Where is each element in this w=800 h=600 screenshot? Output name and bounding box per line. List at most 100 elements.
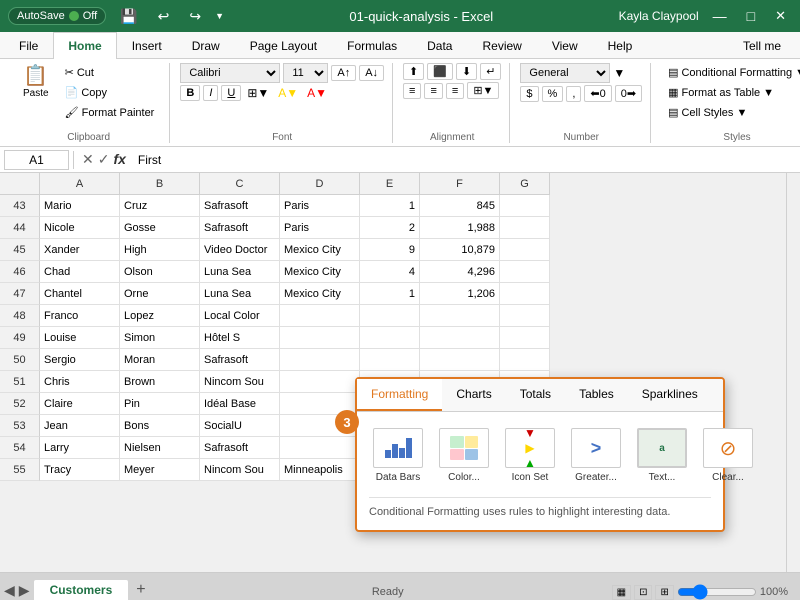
cell[interactable]: Cruz <box>120 195 200 217</box>
qa-tab-totals[interactable]: Totals <box>506 379 565 411</box>
col-header-d[interactable]: D <box>280 173 360 195</box>
col-header-e[interactable]: E <box>360 173 420 195</box>
italic-button[interactable]: I <box>203 85 218 101</box>
normal-view-button[interactable]: ▦ <box>612 585 631 600</box>
tab-tell-me[interactable]: Tell me <box>728 32 796 59</box>
cell[interactable]: Hôtel S <box>200 327 280 349</box>
cell[interactable] <box>500 327 550 349</box>
cell[interactable]: Claire <box>40 393 120 415</box>
percent-button[interactable]: % <box>542 86 564 102</box>
conditional-formatting-dropdown[interactable]: ▼ <box>795 67 800 79</box>
decrease-decimal-button[interactable]: ⬅0 <box>584 85 611 102</box>
cell[interactable]: Chad <box>40 261 120 283</box>
cell[interactable] <box>360 327 420 349</box>
align-center-button[interactable]: ≡ <box>424 83 442 99</box>
cell[interactable]: Moran <box>120 349 200 371</box>
save-button[interactable]: 💾 <box>114 6 143 27</box>
cell[interactable] <box>280 371 360 393</box>
format-as-table-button[interactable]: ▦ Format as Table ▼ <box>661 83 781 102</box>
wrap-text-button[interactable]: ↵ <box>480 63 501 80</box>
cell[interactable] <box>280 305 360 327</box>
cell-reference-input[interactable] <box>4 150 69 170</box>
format-as-table-dropdown[interactable]: ▼ <box>763 87 774 99</box>
row-header[interactable]: 48 <box>0 305 40 327</box>
cell[interactable]: Paris <box>280 195 360 217</box>
cell[interactable]: Xander <box>40 239 120 261</box>
cell[interactable]: Chantel <box>40 283 120 305</box>
cell[interactable]: Gosse <box>120 217 200 239</box>
cell[interactable]: Safrasoft <box>200 195 280 217</box>
row-header[interactable]: 54 <box>0 437 40 459</box>
cell[interactable] <box>500 261 550 283</box>
redo-button[interactable]: ↪ <box>183 6 207 27</box>
row-header[interactable]: 47 <box>0 283 40 305</box>
cell[interactable]: Nicole <box>40 217 120 239</box>
cell[interactable] <box>360 349 420 371</box>
tab-home[interactable]: Home <box>53 32 116 59</box>
tab-help[interactable]: Help <box>593 32 648 59</box>
border-dropdown[interactable]: ⊞▼ <box>247 86 269 100</box>
cell[interactable]: 2 <box>360 217 420 239</box>
cell[interactable]: 1 <box>360 283 420 305</box>
bold-button[interactable]: B <box>180 85 200 101</box>
scroll-tabs-left[interactable]: ◀ <box>4 582 15 599</box>
col-header-f[interactable]: F <box>420 173 500 195</box>
cell[interactable] <box>280 437 360 459</box>
cell[interactable] <box>280 349 360 371</box>
page-break-view-button[interactable]: ⊞ <box>655 585 673 600</box>
cell[interactable] <box>500 349 550 371</box>
cell[interactable]: Minneapolis <box>280 459 360 481</box>
font-color-dropdown[interactable]: A▼ <box>307 86 327 100</box>
qa-tab-tables[interactable]: Tables <box>565 379 628 411</box>
cell[interactable]: Nincom Sou <box>200 371 280 393</box>
cell[interactable]: Local Color <box>200 305 280 327</box>
row-header[interactable]: 51 <box>0 371 40 393</box>
zoom-slider[interactable] <box>677 584 757 600</box>
cell[interactable]: 1,206 <box>420 283 500 305</box>
cell[interactable]: Paris <box>280 217 360 239</box>
undo-dropdown[interactable]: ▼ <box>215 11 224 21</box>
page-layout-view-button[interactable]: ⊡ <box>634 585 652 600</box>
qa-tab-formatting[interactable]: Formatting <box>357 379 442 411</box>
cell[interactable]: Orne <box>120 283 200 305</box>
cell[interactable]: 1 <box>360 195 420 217</box>
col-header-a[interactable]: A <box>40 173 120 195</box>
paste-button[interactable]: 📋 Paste <box>16 63 56 102</box>
cell[interactable]: Jean <box>40 415 120 437</box>
quick-analysis-badge[interactable]: 3 <box>335 410 359 434</box>
cell[interactable] <box>280 327 360 349</box>
increase-decimal-button[interactable]: 0➡ <box>615 85 642 102</box>
row-header[interactable]: 49 <box>0 327 40 349</box>
qa-item-color[interactable]: Color... <box>435 424 493 487</box>
cell[interactable]: 4,296 <box>420 261 500 283</box>
cell[interactable] <box>360 305 420 327</box>
cell[interactable]: Pin <box>120 393 200 415</box>
row-header[interactable]: 46 <box>0 261 40 283</box>
maximize-button[interactable]: □ <box>741 6 761 26</box>
cell[interactable]: Luna Sea <box>200 261 280 283</box>
align-bottom-button[interactable]: ⬇ <box>456 63 477 80</box>
cell[interactable] <box>420 327 500 349</box>
formula-input[interactable] <box>134 151 796 169</box>
qa-tab-charts[interactable]: Charts <box>442 379 505 411</box>
cell-styles-dropdown[interactable]: ▼ <box>736 107 747 119</box>
cell[interactable] <box>420 349 500 371</box>
merge-button[interactable]: ⊞▼ <box>467 82 499 99</box>
tab-data[interactable]: Data <box>412 32 467 59</box>
cell[interactable]: Idéal Base <box>200 393 280 415</box>
tab-file[interactable]: File <box>4 32 53 59</box>
cell[interactable]: Brown <box>120 371 200 393</box>
cell[interactable] <box>500 283 550 305</box>
conditional-formatting-button[interactable]: ▤ Conditional Formatting ▼ <box>661 63 800 82</box>
sheet-tab-customers[interactable]: Customers <box>34 580 129 600</box>
cell[interactable]: 4 <box>360 261 420 283</box>
qa-item-clear[interactable]: ⊘ Clear... <box>699 424 757 487</box>
row-header[interactable]: 53 <box>0 415 40 437</box>
font-name-select[interactable]: Calibri <box>180 63 280 83</box>
cell[interactable]: Meyer <box>120 459 200 481</box>
cell[interactable]: Safrasoft <box>200 437 280 459</box>
cell[interactable]: Mexico City <box>280 283 360 305</box>
cell[interactable] <box>500 217 550 239</box>
scroll-tabs-right[interactable]: ▶ <box>19 582 30 599</box>
scrollbar[interactable] <box>786 173 800 572</box>
